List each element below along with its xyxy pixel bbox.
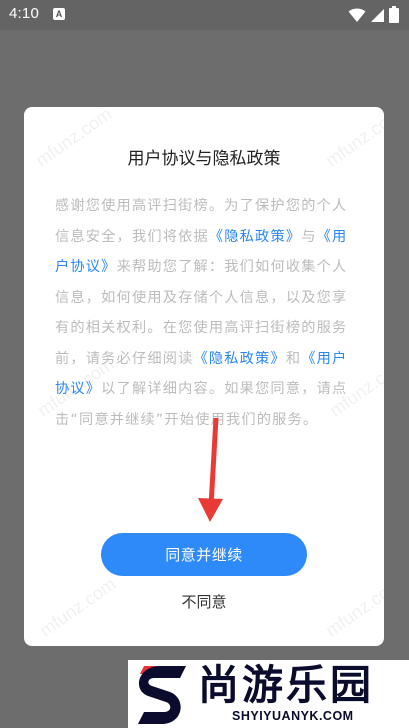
brand-url: SHYIYUANYK.COM xyxy=(232,709,354,723)
dialog-title: 用户协议与隐私政策 xyxy=(127,149,281,169)
body-text-segment: 与 xyxy=(301,228,317,245)
watermark-text: mfunz.com xyxy=(35,573,120,641)
privacy-policy-link[interactable]: 《隐私政策》 xyxy=(194,351,286,367)
watermark-text: mfunz.com xyxy=(321,573,384,641)
brand-overlay: 尚游乐园 SHYIYUANYK.COM xyxy=(128,660,409,728)
brand-s-logo-icon xyxy=(138,666,186,724)
a-notification-icon: A xyxy=(53,8,65,20)
dialog-body-text: 感谢您使用高评扫街榜。为了保护您的个人信息安全，我们将依据《隐私政策》与《用户协… xyxy=(55,191,355,435)
disagree-button[interactable]: 不同意 xyxy=(144,589,264,613)
body-text-segment: 和 xyxy=(285,350,302,367)
brand-name: 尚游乐园 xyxy=(198,661,374,709)
status-icons xyxy=(348,6,399,23)
status-time: 4:10 xyxy=(9,5,39,22)
agree-and-continue-button[interactable]: 同意并继续 xyxy=(101,533,307,576)
battery-icon xyxy=(389,6,399,23)
privacy-policy-link[interactable]: 《隐私政策》 xyxy=(209,229,301,245)
status-bar: 4:10 A xyxy=(0,0,409,30)
privacy-dialog: mfunz.com mfunz.com mfunz.com mfunz.com … xyxy=(24,107,384,646)
wifi-icon xyxy=(348,8,366,22)
cellular-signal-icon xyxy=(371,8,384,22)
